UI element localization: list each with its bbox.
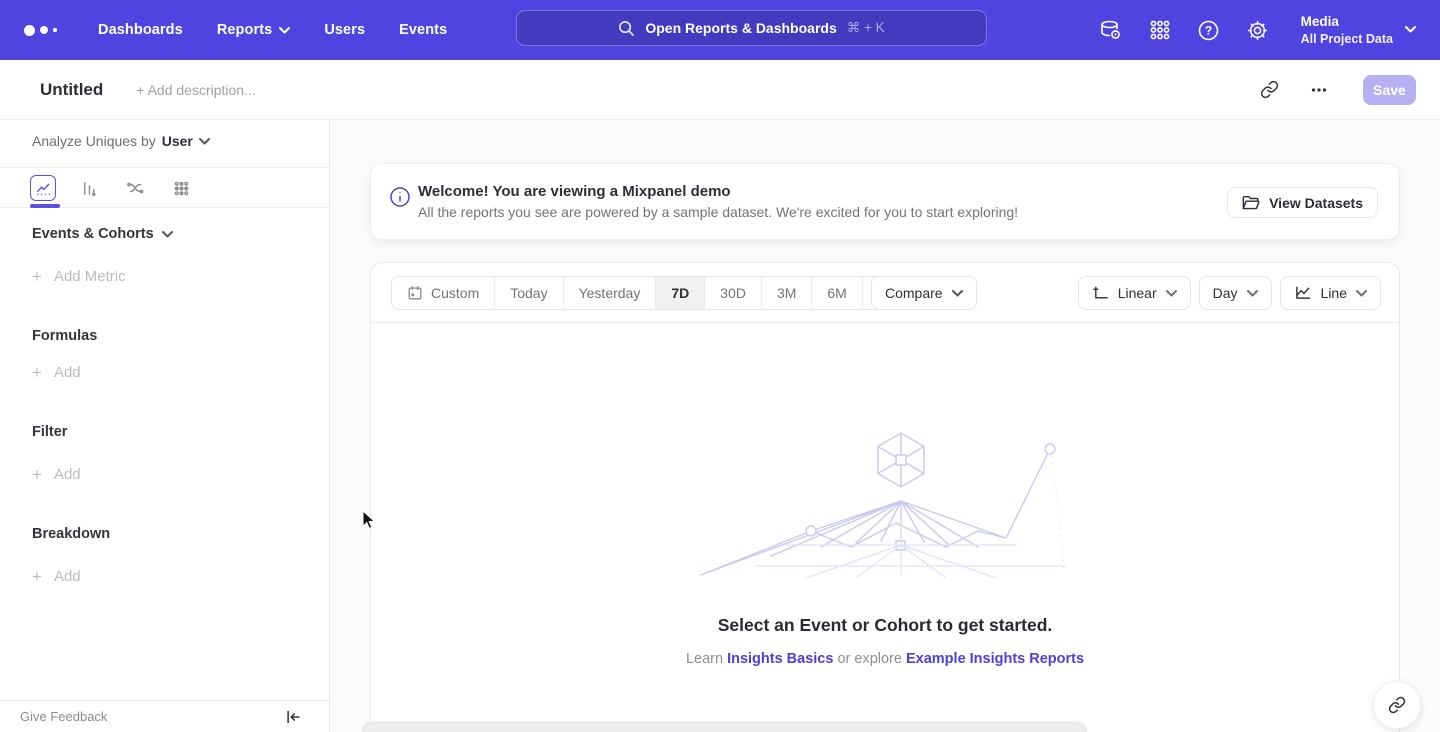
give-feedback-link[interactable]: Give Feedback: [20, 709, 107, 724]
tab-line-chart[interactable]: [30, 175, 56, 201]
chevron-down-icon: [199, 138, 210, 145]
link-icon: [1388, 696, 1406, 714]
report-title[interactable]: Untitled: [40, 80, 103, 100]
active-tab-underline: [30, 204, 60, 208]
compare-button[interactable]: Compare: [871, 276, 977, 310]
chevron-down-icon: [279, 27, 290, 34]
help-icon[interactable]: ?: [1197, 18, 1221, 42]
more-options-icon[interactable]: [1305, 76, 1333, 104]
analyze-uniques-row: Analyze Uniques by User: [32, 133, 210, 149]
chart-controls-bar: Custom Today Yesterday 7D 30D 3M 6M 12M …: [371, 263, 1399, 323]
mixpanel-insights-app: Dashboards Reports Users Events Open Rep…: [0, 0, 1440, 732]
banner-title: Welcome! You are viewing a Mixpanel demo: [418, 183, 1018, 200]
plus-icon: +: [32, 466, 42, 483]
sidebar-footer: Give Feedback: [0, 700, 329, 732]
data-management-icon[interactable]: [1099, 18, 1123, 42]
search-icon: [618, 20, 635, 37]
analyze-label: Analyze Uniques by: [32, 133, 156, 149]
formulas-section: Formulas: [32, 328, 97, 344]
copy-link-icon[interactable]: [1255, 76, 1283, 104]
welcome-banner: Welcome! You are viewing a Mixpanel demo…: [370, 163, 1400, 240]
linear-axis-icon: [1092, 285, 1109, 301]
chevron-down-icon: [1166, 290, 1177, 297]
report-description-placeholder[interactable]: + Add description...: [136, 82, 255, 98]
learn-prefix: Learn: [686, 651, 727, 667]
calendar-icon: [407, 285, 423, 301]
example-insights-reports-link[interactable]: Example Insights Reports: [906, 651, 1084, 667]
add-formula-button[interactable]: + Add: [32, 364, 81, 381]
plus-icon: +: [32, 268, 42, 285]
view-datasets-button[interactable]: View Datasets: [1227, 187, 1378, 218]
chart-type-dropdown[interactable]: Line: [1280, 276, 1381, 310]
or-explore-text: or explore: [833, 651, 906, 667]
svg-text:?: ?: [1205, 23, 1212, 37]
add-filter-button[interactable]: + Add: [32, 466, 81, 483]
tab-flow-chart[interactable]: [122, 175, 148, 201]
folder-icon: [1242, 195, 1260, 211]
banner-subtitle: All the reports you see are powered by a…: [418, 204, 1018, 220]
apps-grid-icon[interactable]: [1148, 18, 1172, 42]
insights-basics-link[interactable]: Insights Basics: [727, 651, 833, 667]
range-3m[interactable]: 3M: [761, 277, 811, 309]
line-chart-icon: [1294, 285, 1312, 301]
save-button[interactable]: Save: [1363, 75, 1416, 105]
add-metric-button[interactable]: + Add Metric: [32, 268, 126, 285]
empty-state-title: Select an Event or Cohort to get started…: [371, 615, 1399, 636]
scale-dropdown[interactable]: Linear: [1078, 276, 1191, 310]
empty-state-subtitle: Learn Insights Basics or explore Example…: [371, 651, 1399, 667]
interval-dropdown[interactable]: Day: [1199, 276, 1272, 310]
tab-metric-grid[interactable]: [168, 175, 194, 201]
plus-icon: +: [32, 364, 42, 381]
analyze-entity-dropdown[interactable]: User: [162, 133, 210, 149]
chevron-down-icon: [1356, 290, 1367, 297]
project-scope: All Project Data: [1301, 31, 1393, 47]
events-cohorts-section[interactable]: Events & Cohorts: [32, 226, 173, 242]
settings-gear-icon[interactable]: [1246, 18, 1270, 42]
range-6m[interactable]: 6M: [811, 277, 861, 309]
nav-dashboards[interactable]: Dashboards: [98, 22, 183, 38]
chevron-down-icon: [162, 231, 173, 238]
mixpanel-logo[interactable]: [24, 25, 64, 36]
bottom-panel-peek: [362, 722, 1087, 732]
top-nav: Dashboards Reports Users Events Open Rep…: [0, 0, 1440, 60]
range-custom[interactable]: Custom: [392, 277, 494, 309]
filter-section: Filter: [32, 424, 67, 440]
chevron-down-icon: [1247, 290, 1258, 297]
share-link-button[interactable]: [1373, 681, 1421, 729]
search-shortcut: ⌘ + K: [847, 20, 885, 36]
report-card: Custom Today Yesterday 7D 30D 3M 6M 12M …: [370, 262, 1400, 732]
range-today[interactable]: Today: [494, 277, 562, 309]
project-name: Media: [1301, 13, 1393, 31]
info-icon: [389, 186, 411, 208]
range-7d[interactable]: 7D: [655, 277, 704, 309]
nav-reports[interactable]: Reports: [217, 22, 291, 38]
query-sidebar: Analyze Uniques by User: [0, 120, 330, 732]
collapse-sidebar-icon[interactable]: [283, 707, 303, 727]
range-30d[interactable]: 30D: [704, 277, 761, 309]
empty-state-illustration: [696, 423, 1076, 578]
range-yesterday[interactable]: Yesterday: [563, 277, 656, 309]
breakdown-section: Breakdown: [32, 526, 110, 542]
search-placeholder: Open Reports & Dashboards: [645, 20, 836, 36]
tab-bar-chart[interactable]: [76, 175, 102, 201]
nav-users[interactable]: Users: [324, 22, 365, 38]
chart-type-tabs: [0, 167, 329, 208]
date-range-selector: Custom Today Yesterday 7D 30D 3M 6M 12M: [391, 276, 921, 310]
chevron-down-icon: [952, 290, 963, 297]
plus-icon: +: [32, 568, 42, 585]
chevron-down-icon: [1405, 26, 1416, 33]
main-content: Welcome! You are viewing a Mixpanel demo…: [330, 120, 1440, 732]
nav-events[interactable]: Events: [399, 22, 447, 38]
add-breakdown-button[interactable]: + Add: [32, 568, 81, 585]
global-search[interactable]: Open Reports & Dashboards ⌘ + K: [516, 10, 987, 46]
report-header: Untitled + Add description... Save: [0, 60, 1440, 120]
project-switcher[interactable]: Media All Project Data: [1301, 13, 1416, 47]
